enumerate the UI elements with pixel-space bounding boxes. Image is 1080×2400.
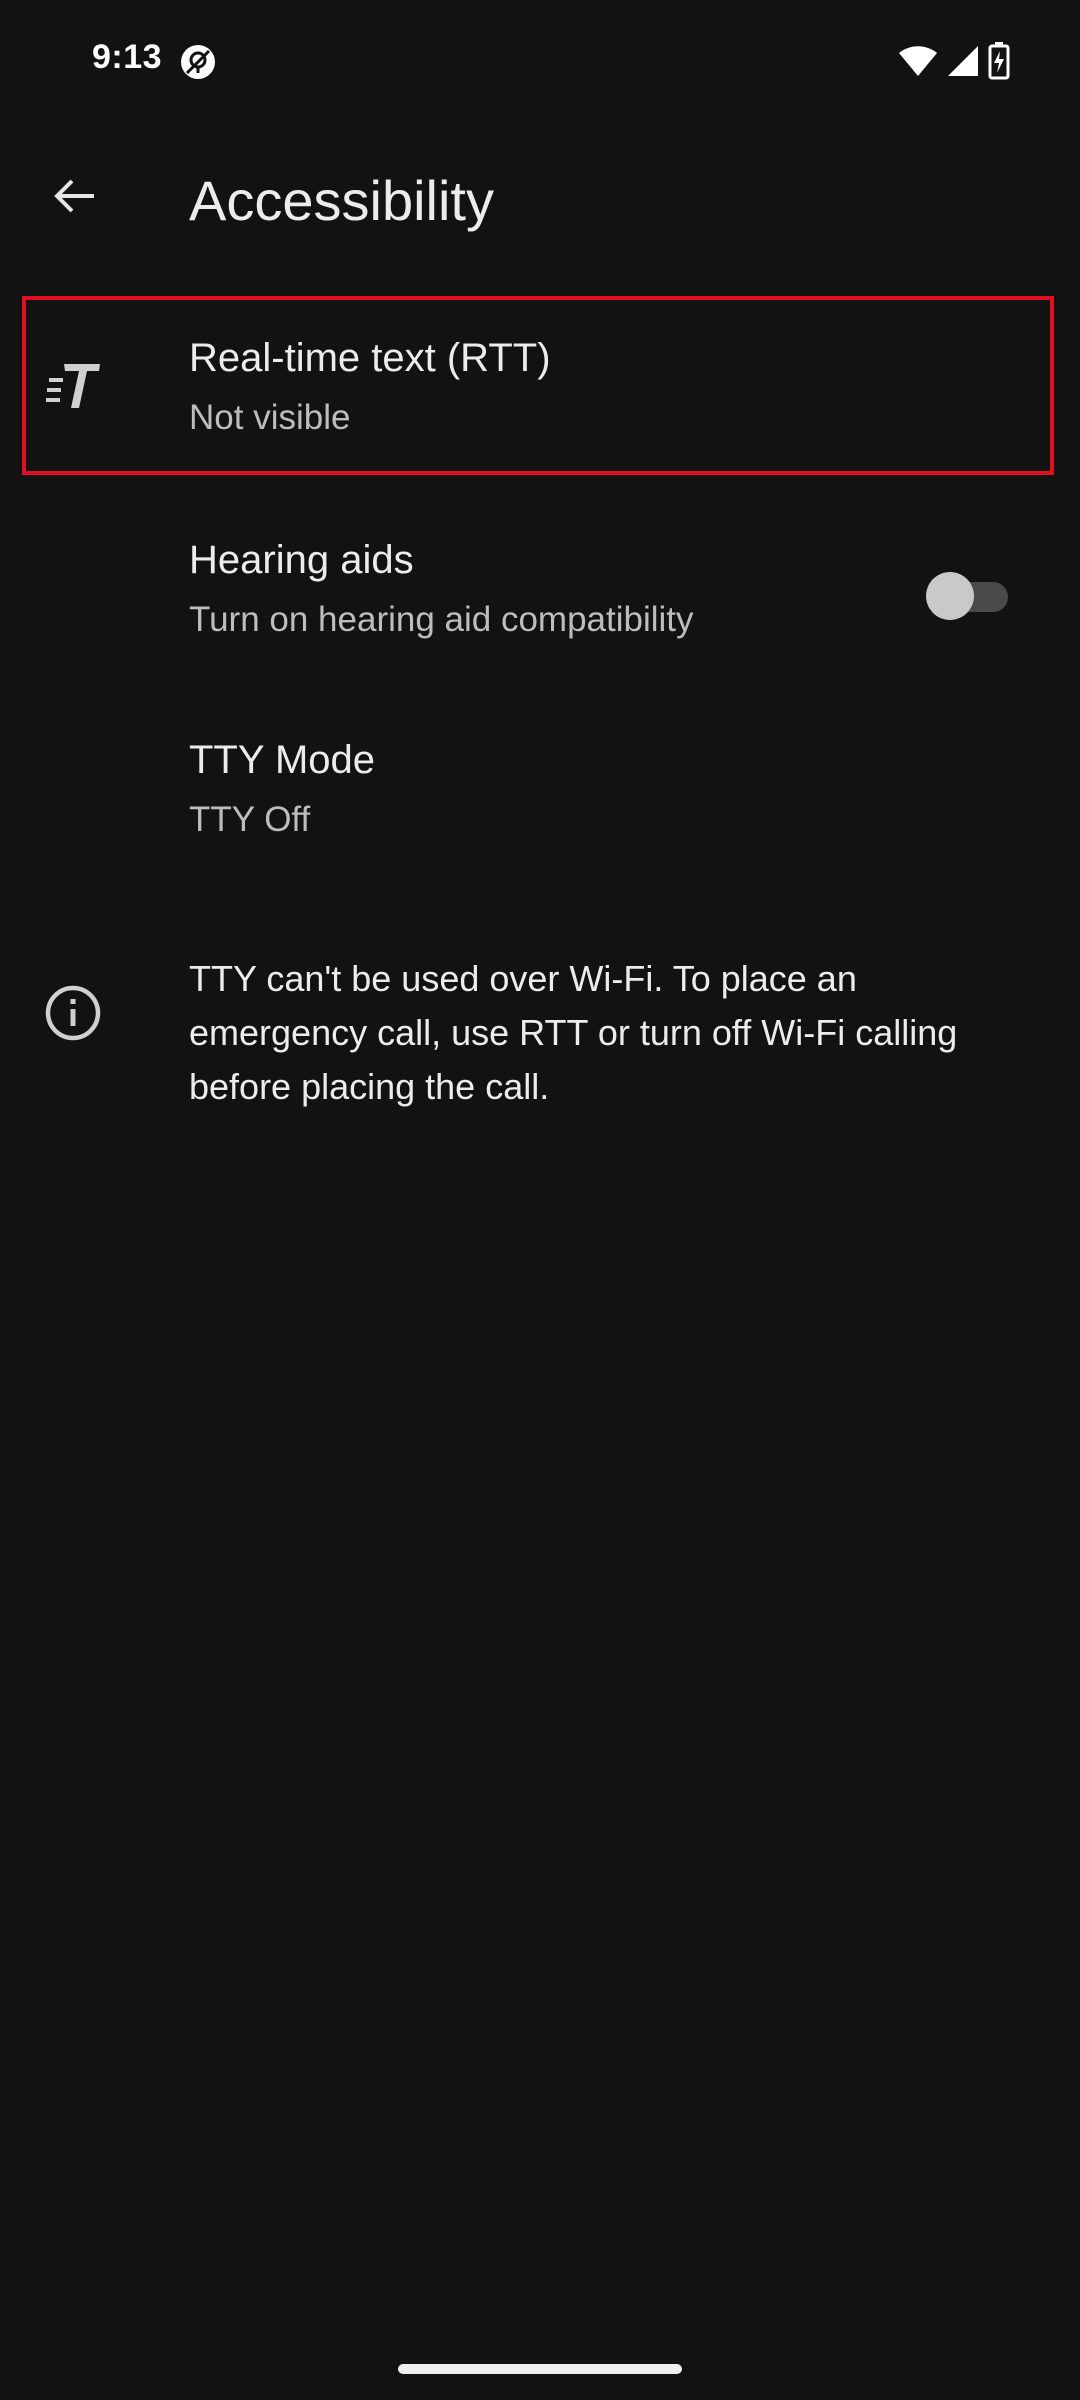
status-bar: 9:13 bbox=[0, 0, 1080, 120]
hearing-aids-setting-item[interactable]: Hearing aids Turn on hearing aid compati… bbox=[0, 520, 1080, 670]
no-location-icon bbox=[178, 42, 218, 82]
toggle-thumb bbox=[926, 572, 974, 620]
tty-mode-title: TTY Mode bbox=[189, 738, 375, 782]
page-title: Accessibility bbox=[189, 169, 494, 232]
status-time: 9:13 bbox=[92, 38, 163, 76]
info-text: TTY can't be used over Wi-Fi. To place a… bbox=[189, 958, 958, 1107]
wifi-icon bbox=[898, 44, 938, 83]
settings-screen: 9:13 Accessibility Real-time text (RTT) … bbox=[0, 0, 1080, 2400]
rtt-subtitle: Not visible bbox=[189, 398, 351, 437]
rtt-title: Real-time text (RTT) bbox=[189, 336, 551, 380]
rtt-setting-item[interactable]: Real-time text (RTT) Not visible bbox=[0, 296, 1080, 479]
app-bar: Accessibility bbox=[0, 140, 1080, 270]
arrow-back-icon bbox=[50, 172, 98, 225]
hearing-aids-subtitle: Turn on hearing aid compatibility bbox=[189, 600, 694, 639]
rtt-icon bbox=[46, 358, 102, 414]
tty-mode-subtitle: TTY Off bbox=[189, 800, 311, 839]
status-icons bbox=[898, 42, 1010, 85]
hearing-aids-title: Hearing aids bbox=[189, 538, 414, 582]
tty-mode-setting-item[interactable]: TTY Mode TTY Off bbox=[0, 720, 1080, 870]
gesture-nav-handle[interactable] bbox=[398, 2364, 682, 2374]
back-button[interactable] bbox=[40, 164, 108, 232]
tty-info-note: TTY can't be used over Wi-Fi. To place a… bbox=[0, 950, 1080, 1130]
hearing-aids-toggle[interactable] bbox=[926, 572, 1008, 620]
cell-signal-icon bbox=[946, 44, 980, 83]
info-icon bbox=[44, 984, 102, 1042]
battery-charging-icon bbox=[988, 42, 1010, 85]
